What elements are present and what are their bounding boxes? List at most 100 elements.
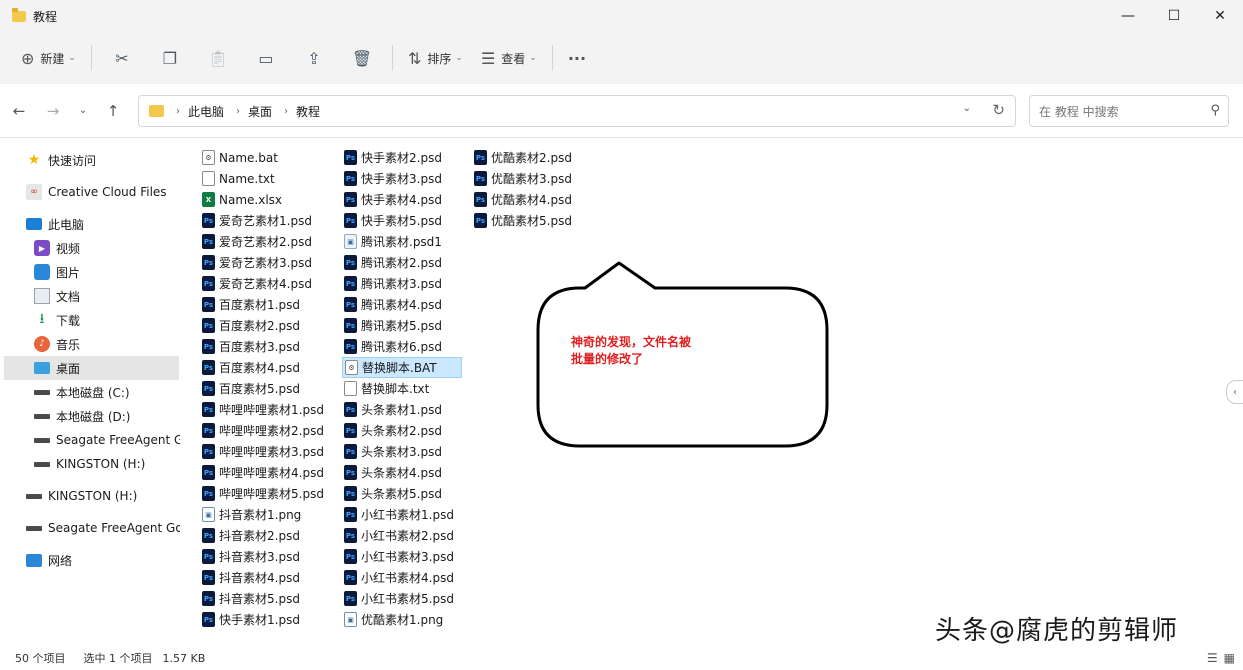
up-button[interactable]: ↑ <box>98 96 128 126</box>
rename-button[interactable]: ▭ <box>242 41 290 75</box>
sidebar-item-downloads[interactable]: ⭳ 下载 <box>34 308 80 332</box>
file-item[interactable]: ▣ 优酷素材1.png <box>342 609 443 630</box>
file-item[interactable]: Ps 优酷素材2.psd <box>472 147 572 168</box>
file-item[interactable]: Ps 百度素材2.psd <box>200 315 300 336</box>
file-item[interactable]: Ps 小红书素材5.psd <box>342 588 454 609</box>
search-input[interactable]: 在 教程 中搜索 ⚲ <box>1029 95 1229 127</box>
sort-button[interactable]: ⇅ 排序 ⌄ <box>399 41 472 75</box>
file-item[interactable]: Ps 快手素材2.psd <box>342 147 442 168</box>
maximize-button[interactable]: ☐ <box>1151 0 1197 32</box>
address-dropdown-icon[interactable]: ⌄ <box>963 103 971 114</box>
file-item[interactable]: Ps 爱奇艺素材2.psd <box>200 231 312 252</box>
tiles-view-icon[interactable]: ▦ <box>1224 651 1235 665</box>
breadcrumb-desktop[interactable]: 桌面 <box>248 103 272 120</box>
sidebar-item-pictures[interactable]: 图片 <box>34 260 80 284</box>
file-item[interactable]: Ps 爱奇艺素材4.psd <box>200 273 312 294</box>
file-item[interactable]: Ps 头条素材2.psd <box>342 420 442 441</box>
file-item[interactable]: ⚙ Name.bat <box>200 147 278 168</box>
psd-file-icon: Ps <box>344 276 357 291</box>
file-item[interactable]: Ps 快手素材3.psd <box>342 168 442 189</box>
psd-file-icon: Ps <box>202 276 215 291</box>
breadcrumb-this-pc[interactable]: 此电脑 <box>188 103 224 120</box>
file-item[interactable]: Ps 快手素材4.psd <box>342 189 442 210</box>
back-button[interactable]: ← <box>4 96 34 126</box>
file-item[interactable]: Ps 快手素材1.psd <box>200 609 300 630</box>
file-item[interactable]: ▣ 腾讯素材.psd1 <box>342 231 442 252</box>
sidebar-item-seagate[interactable]: Seagate FreeAgent G <box>34 428 180 452</box>
psd-file-icon: Ps <box>202 612 215 627</box>
file-item[interactable]: Ps 抖音素材3.psd <box>200 546 300 567</box>
file-item[interactable]: Ps 爱奇艺素材1.psd <box>200 210 312 231</box>
pane-expand-button[interactable]: ‹ <box>1226 380 1243 404</box>
file-item[interactable]: Ps 抖音素材2.psd <box>200 525 300 546</box>
file-item[interactable]: Ps 哔哩哔哩素材3.psd <box>200 441 324 462</box>
delete-button[interactable]: 🗑︎ <box>338 41 386 75</box>
paste-button[interactable]: 📋︎ <box>194 41 242 75</box>
file-item[interactable]: Ps 小红书素材2.psd <box>342 525 454 546</box>
file-item[interactable]: Ps 优酷素材4.psd <box>472 189 572 210</box>
file-item[interactable]: Ps 小红书素材3.psd <box>342 546 454 567</box>
file-item[interactable]: Ps 百度素材3.psd <box>200 336 300 357</box>
file-item[interactable]: Ps 百度素材1.psd <box>200 294 300 315</box>
file-item[interactable]: X Name.xlsx <box>200 189 282 210</box>
details-view-icon[interactable]: ☰ <box>1207 651 1218 665</box>
file-item[interactable]: Ps 优酷素材5.psd <box>472 210 572 231</box>
share-button[interactable]: ⇪ <box>290 41 338 75</box>
more-options-button[interactable]: ··· <box>559 41 595 75</box>
file-item[interactable]: Ps 百度素材5.psd <box>200 378 300 399</box>
sidebar-item-kingston[interactable]: KINGSTON (H:) <box>34 452 145 476</box>
file-item[interactable]: ⚙ 替换脚本.BAT <box>342 357 462 378</box>
view-button[interactable]: ☰ 查看 ⌄ <box>472 41 546 75</box>
close-button[interactable]: ✕ <box>1197 0 1243 32</box>
psd-file-icon: Ps <box>202 549 215 564</box>
file-item[interactable]: Name.txt <box>200 168 275 189</box>
file-item[interactable]: Ps 哔哩哔哩素材4.psd <box>200 462 324 483</box>
psd-file-icon: Ps <box>344 465 357 480</box>
file-item[interactable]: Ps 哔哩哔哩素材2.psd <box>200 420 324 441</box>
sidebar-item-documents[interactable]: 文档 <box>34 284 80 308</box>
file-item[interactable]: ▣ 抖音素材1.png <box>200 504 301 525</box>
sidebar-item-desktop[interactable]: 桌面 <box>4 356 179 380</box>
breadcrumb-current[interactable]: 教程 <box>296 103 320 120</box>
sidebar-item-drive-c[interactable]: 本地磁盘 (C:) <box>34 380 130 404</box>
sidebar-item-this-pc[interactable]: 此电脑 <box>26 212 84 236</box>
chevron-down-icon: ⌄ <box>78 105 88 116</box>
file-item[interactable]: Ps 腾讯素材3.psd <box>342 273 442 294</box>
file-item[interactable]: Ps 百度素材4.psd <box>200 357 300 378</box>
sidebar-item-videos[interactable]: ▶ 视频 <box>34 236 80 260</box>
sidebar-item-quick-access[interactable]: ★ 快速访问 <box>26 148 96 172</box>
file-item[interactable]: Ps 头条素材3.psd <box>342 441 442 462</box>
sidebar-item-drive-d[interactable]: 本地磁盘 (D:) <box>34 404 130 428</box>
file-item[interactable]: 替换脚本.txt <box>342 378 429 399</box>
file-item[interactable]: Ps 快手素材5.psd <box>342 210 442 231</box>
sidebar-item-network[interactable]: 网络 <box>26 548 72 572</box>
copy-button[interactable]: ❐ <box>146 41 194 75</box>
file-item[interactable]: Ps 抖音素材4.psd <box>200 567 300 588</box>
file-item[interactable]: Ps 腾讯素材6.psd <box>342 336 442 357</box>
file-item[interactable]: Ps 爱奇艺素材3.psd <box>200 252 312 273</box>
cut-button[interactable]: ✂ <box>98 41 146 75</box>
file-item[interactable]: Ps 优酷素材3.psd <box>472 168 572 189</box>
file-item[interactable]: Ps 抖音素材5.psd <box>200 588 300 609</box>
file-item[interactable]: Ps 哔哩哔哩素材5.psd <box>200 483 324 504</box>
file-item[interactable]: Ps 小红书素材1.psd <box>342 504 454 525</box>
file-item[interactable]: Ps 腾讯素材4.psd <box>342 294 442 315</box>
file-item[interactable]: Ps 头条素材5.psd <box>342 483 442 504</box>
separator <box>90 45 92 71</box>
sidebar-item-creative-cloud[interactable]: ∞ Creative Cloud Files <box>26 180 167 204</box>
new-button[interactable]: ⊕ 新建 ⌄ <box>12 41 85 75</box>
file-item[interactable]: Ps 头条素材1.psd <box>342 399 442 420</box>
refresh-icon[interactable]: ↻ <box>992 101 1005 119</box>
forward-button[interactable]: → <box>38 96 68 126</box>
address-bar[interactable]: › 此电脑 › 桌面 › 教程 ⌄ ↻ <box>138 95 1016 127</box>
sidebar-item-kingston-root[interactable]: KINGSTON (H:) <box>26 484 137 508</box>
file-item[interactable]: Ps 腾讯素材2.psd <box>342 252 442 273</box>
recent-locations-button[interactable]: ⌄ <box>72 96 94 126</box>
sidebar-item-seagate-root[interactable]: Seagate FreeAgent Go <box>26 516 180 540</box>
file-item[interactable]: Ps 小红书素材4.psd <box>342 567 454 588</box>
file-item[interactable]: Ps 哔哩哔哩素材1.psd <box>200 399 324 420</box>
sidebar-item-music[interactable]: ♪ 音乐 <box>34 332 80 356</box>
minimize-button[interactable]: — <box>1105 0 1151 32</box>
file-item[interactable]: Ps 腾讯素材5.psd <box>342 315 442 336</box>
file-item[interactable]: Ps 头条素材4.psd <box>342 462 442 483</box>
